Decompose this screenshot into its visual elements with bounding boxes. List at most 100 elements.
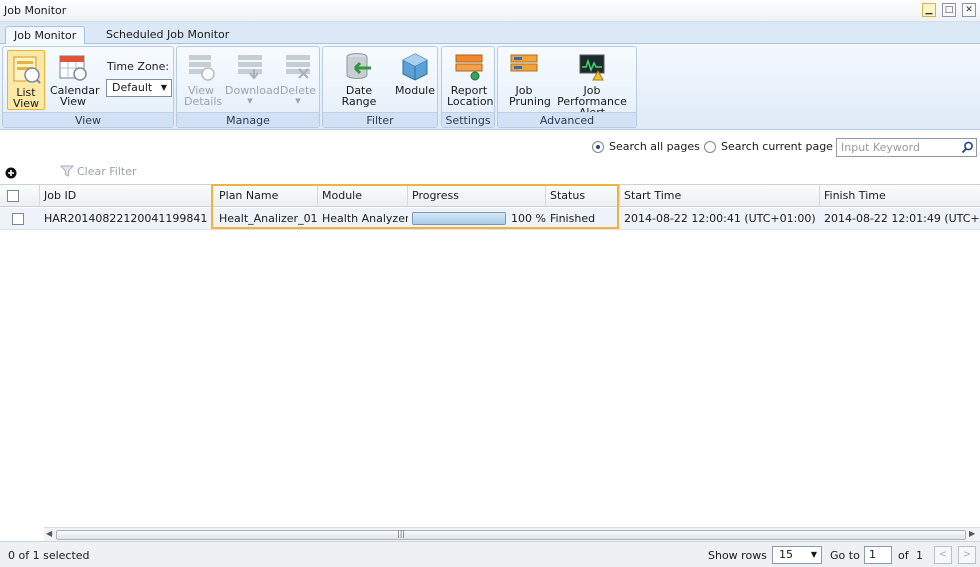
job-pruning-icon	[510, 54, 538, 72]
view-details-label: View Details	[184, 84, 223, 108]
window-title: Job Monitor	[4, 4, 67, 17]
list-view-button[interactable]: List View	[7, 50, 45, 110]
column-header-finish-time[interactable]: Finish Time	[820, 185, 980, 207]
job-pruning-label: Job Pruning	[509, 84, 551, 108]
add-filter-icon[interactable]	[5, 167, 17, 179]
download-dropdown-icon: ▼	[247, 97, 253, 105]
rows-per-page-select[interactable]: 15 ▼	[772, 546, 822, 564]
calendar-view-button[interactable]: Calendar View	[49, 51, 100, 108]
calendar-icon	[59, 55, 87, 81]
timezone-select[interactable]: Default ▼	[106, 79, 172, 97]
tab-scheduled-job-monitor[interactable]: Scheduled Job Monitor	[98, 26, 237, 45]
minimize-button[interactable]: ▁	[922, 3, 936, 17]
chevron-down-icon: ▼	[160, 83, 167, 92]
of-label: of	[898, 549, 909, 562]
select-all-checkbox[interactable]	[7, 190, 19, 202]
job-pruning-button[interactable]: Job Pruning	[502, 51, 551, 108]
progress-bar	[412, 212, 506, 225]
group-label-view: View	[3, 112, 173, 127]
group-label-manage: Manage	[177, 112, 319, 127]
search-box	[836, 138, 977, 157]
performance-monitor-icon	[579, 54, 605, 81]
timezone-value: Default	[112, 81, 153, 94]
date-range-button[interactable]: Date Range	[327, 51, 391, 107]
page-number-input[interactable]: 1	[864, 546, 892, 564]
next-page-button[interactable]: >	[958, 546, 976, 564]
close-button[interactable]: ✕	[962, 3, 976, 17]
job-table: Job ID Plan Name Module Progress Status …	[0, 184, 980, 526]
page-number-value: 1	[869, 548, 876, 561]
rows-per-page-value: 15	[779, 548, 793, 561]
cell-finish-time: 2014-08-22 12:01:49 (UTC+01:00)	[824, 212, 980, 225]
horizontal-scrollbar[interactable]: ◀ ||| ▶	[44, 527, 980, 541]
cell-plan-name: Healt_Analizer_01	[219, 212, 318, 225]
ribbon-group-manage: View Details Download ▼ Delete ▼ Manage	[176, 46, 320, 128]
calendar-view-label: Calendar View	[50, 84, 100, 108]
search-input[interactable]	[837, 139, 961, 156]
column-header-module[interactable]: Module	[318, 185, 408, 207]
list-view-icon	[13, 56, 41, 84]
previous-page-button[interactable]: <	[934, 546, 952, 564]
goto-label: Go to	[830, 549, 860, 562]
row-checkbox[interactable]	[12, 213, 24, 225]
clear-filter-label: Clear Filter	[77, 165, 137, 178]
report-location-button[interactable]: Report Location	[446, 51, 494, 108]
total-pages: 1	[916, 549, 923, 562]
funnel-icon	[59, 165, 75, 177]
cell-progress-text: 100 %	[511, 212, 546, 225]
cell-module: Health Analyzer	[322, 212, 408, 225]
group-label-settings: Settings	[442, 112, 494, 127]
column-header-start-time[interactable]: Start Time	[620, 185, 820, 207]
group-label-filter: Filter	[323, 112, 437, 127]
delete-button[interactable]: Delete ▼	[279, 51, 317, 107]
search-icon[interactable]	[961, 141, 974, 154]
job-performance-alert-button[interactable]: Job Performance Alert	[550, 51, 634, 118]
selection-count: 0 of 1 selected	[8, 549, 90, 562]
search-current-page-label: Search current page	[721, 140, 833, 153]
cube-icon	[402, 53, 428, 81]
scroll-right-icon[interactable]: ▶	[969, 529, 975, 538]
tab-job-monitor[interactable]: Job Monitor	[5, 26, 86, 45]
table-row[interactable]: HAR20140822120041199841 Healt_Analizer_0…	[0, 208, 980, 230]
search-current-page-radio[interactable]	[704, 141, 716, 153]
module-button[interactable]: Module	[395, 51, 435, 96]
timezone-label: Time Zone:	[107, 60, 170, 73]
date-range-label: Date Range	[341, 84, 377, 108]
chevron-down-icon: ▼	[810, 550, 817, 559]
cell-job-id: HAR20140822120041199841	[44, 212, 208, 225]
group-label-advanced: Advanced	[498, 112, 636, 127]
show-rows-label: Show rows	[708, 549, 767, 562]
status-footer: 0 of 1 selected Show rows 15 ▼ Go to 1 o…	[0, 541, 980, 567]
table-header: Job ID Plan Name Module Progress Status …	[0, 185, 980, 207]
scroll-left-icon[interactable]: ◀	[46, 529, 52, 538]
search-all-pages-label: Search all pages	[609, 140, 700, 153]
select-all-cell	[0, 185, 40, 207]
cell-start-time: 2014-08-22 12:00:41 (UTC+01:00)	[624, 212, 816, 225]
list-view-label: List View	[12, 86, 40, 110]
ribbon-group-view: List View Calendar View Time Zone: Defau…	[2, 46, 174, 128]
clear-filter-button[interactable]: Clear Filter	[59, 164, 137, 178]
column-header-plan-name[interactable]: Plan Name	[215, 185, 318, 207]
module-label: Module	[395, 84, 435, 97]
column-header-progress[interactable]: Progress	[408, 185, 546, 207]
title-bar: Job Monitor ▁ □ ✕	[0, 0, 980, 22]
search-all-pages-radio[interactable]	[592, 141, 604, 153]
grip-icon: |||	[397, 529, 406, 538]
download-button[interactable]: Download ▼	[225, 51, 280, 107]
progress-bar-fill	[413, 213, 505, 224]
download-icon	[238, 55, 262, 80]
ribbon-group-advanced: Job Pruning Job Performance Alert Advanc…	[497, 46, 637, 128]
maximize-button[interactable]: □	[942, 3, 956, 17]
delete-dropdown-icon: ▼	[295, 97, 301, 105]
view-details-button[interactable]: View Details	[181, 51, 223, 108]
ribbon-group-settings: Report Location Settings	[441, 46, 495, 128]
column-header-job-id[interactable]: Job ID	[40, 185, 212, 207]
report-location-label: Report Location	[447, 84, 494, 108]
ribbon-toolbar: List View Calendar View Time Zone: Defau…	[0, 44, 980, 130]
delete-icon	[286, 55, 310, 79]
cell-status: Finished	[550, 212, 596, 225]
report-location-icon	[455, 54, 483, 81]
scrollbar-thumb[interactable]: |||	[56, 529, 966, 540]
ribbon-group-filter: Date Range Module Filter	[322, 46, 438, 128]
column-header-status[interactable]: Status	[546, 185, 620, 207]
